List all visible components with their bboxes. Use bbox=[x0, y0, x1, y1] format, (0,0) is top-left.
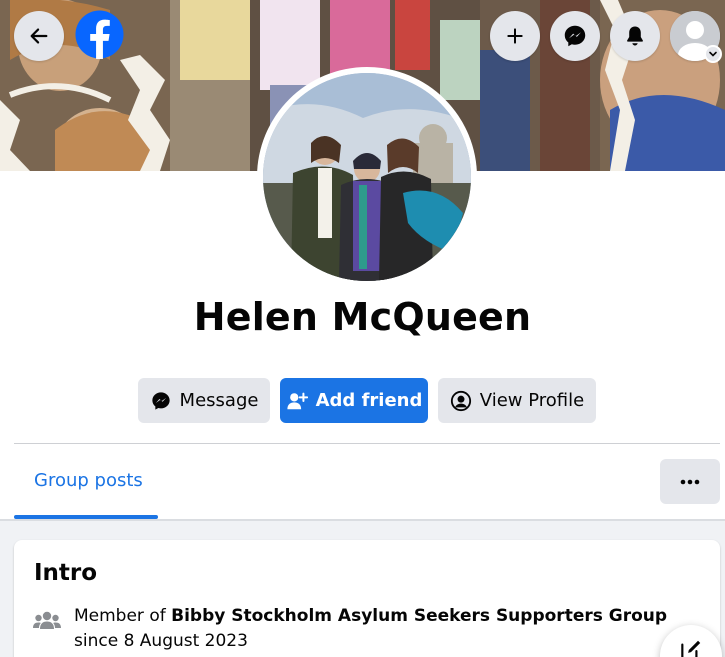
intro-title: Intro bbox=[34, 560, 98, 586]
compose-icon bbox=[681, 640, 701, 657]
add-friend-button[interactable]: Add friend bbox=[280, 378, 428, 423]
intro-membership-text: Member of Bibby Stockholm Asylum Seekers… bbox=[74, 604, 684, 654]
intro-card: Intro Member of Bibby Stockholm Asylum S… bbox=[14, 540, 720, 657]
tabs-bottom-border bbox=[0, 519, 725, 521]
profile-picture[interactable] bbox=[257, 67, 477, 287]
bell-icon bbox=[627, 26, 643, 46]
more-options-button[interactable] bbox=[660, 459, 720, 504]
tab-group-posts[interactable]: Group posts bbox=[34, 470, 143, 491]
group-icon bbox=[33, 611, 61, 629]
view-profile-button[interactable]: View Profile bbox=[438, 378, 596, 423]
messenger-button[interactable] bbox=[550, 11, 600, 61]
back-button[interactable] bbox=[14, 11, 64, 61]
chevron-down-icon bbox=[704, 45, 722, 63]
group-link[interactable]: Bibby Stockholm Asylum Seekers Supporter… bbox=[171, 606, 667, 626]
profile-page: Helen McQueen Message Add friend View Pr… bbox=[0, 0, 725, 657]
add-friend-icon bbox=[286, 392, 308, 409]
messenger-icon bbox=[151, 391, 170, 410]
messenger-icon bbox=[564, 25, 586, 47]
plus-icon bbox=[507, 28, 523, 44]
account-button[interactable] bbox=[670, 11, 722, 63]
intro-prefix: Member of bbox=[74, 606, 172, 626]
header-divider bbox=[14, 443, 720, 444]
message-button-label: Message bbox=[179, 390, 259, 411]
facebook-logo-icon[interactable] bbox=[75, 10, 124, 59]
view-profile-button-label: View Profile bbox=[479, 390, 585, 411]
message-button[interactable]: Message bbox=[138, 378, 270, 423]
notifications-button[interactable] bbox=[610, 11, 660, 61]
profile-photo-image bbox=[263, 73, 471, 281]
create-button[interactable] bbox=[490, 11, 540, 61]
ellipsis-icon bbox=[680, 479, 700, 484]
profile-name: Helen McQueen bbox=[193, 295, 532, 339]
add-friend-button-label: Add friend bbox=[315, 390, 423, 411]
arrow-left-icon bbox=[30, 28, 48, 44]
intro-suffix: since 8 August 2023 bbox=[74, 631, 248, 651]
user-circle-icon bbox=[450, 390, 471, 411]
